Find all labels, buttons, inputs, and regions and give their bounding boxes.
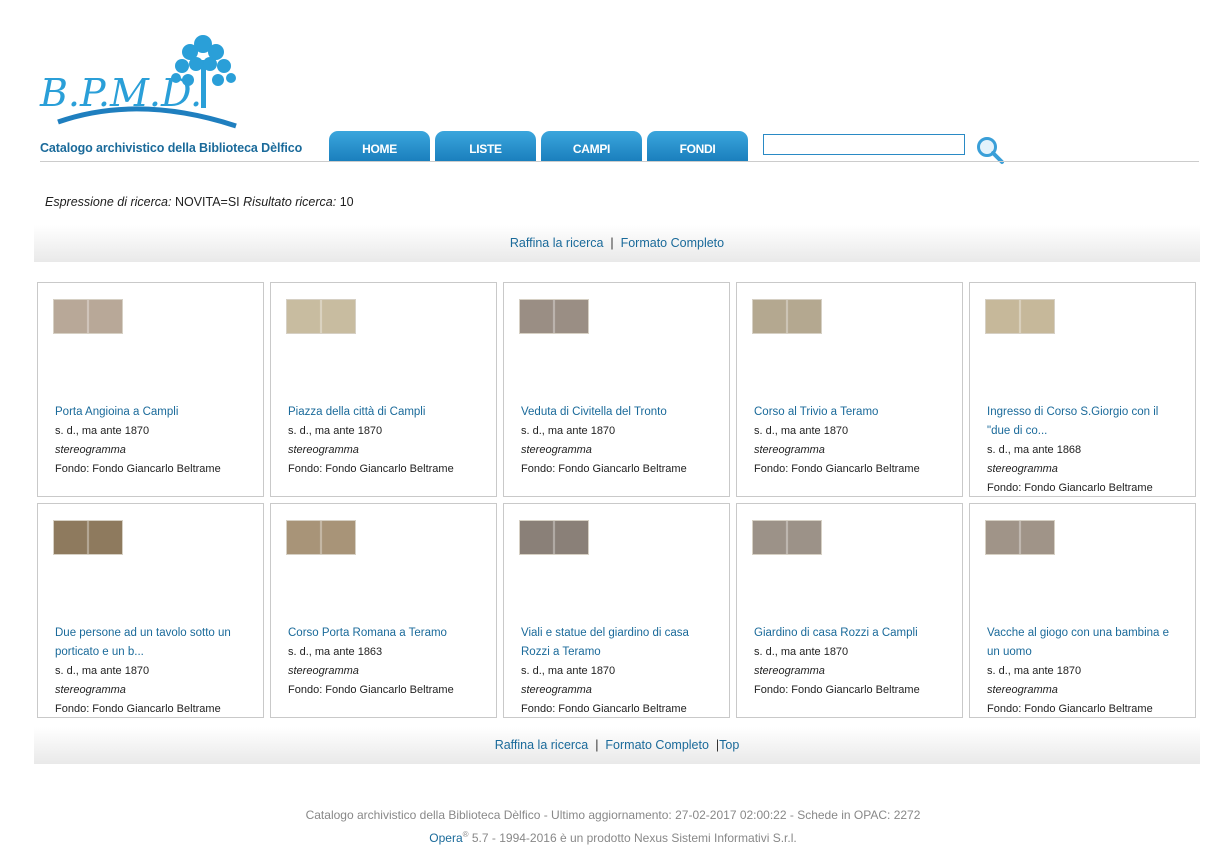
search-expression: Espressione di ricerca: NOVITA=SI Risult… (45, 195, 354, 209)
record-title[interactable]: Piazza della città di Campli (288, 403, 484, 422)
record-card: Veduta di Civitella del Tronto s. d., ma… (503, 282, 730, 497)
main-nav: HOME LISTE CAMPI FONDI (329, 131, 748, 161)
record-fondo: Fondo: Fondo Giancarlo Beltrame (55, 463, 221, 475)
record-thumbnail[interactable] (752, 299, 822, 334)
record-thumbnail[interactable] (286, 520, 356, 555)
record-fondo: Fondo: Fondo Giancarlo Beltrame (754, 463, 920, 475)
tab-home[interactable]: HOME (329, 131, 430, 161)
record-title[interactable]: Vacche al giogo con una bambina e un uom… (987, 624, 1183, 662)
tab-campi[interactable]: CAMPI (541, 131, 642, 161)
full-format-link[interactable]: Formato Completo (605, 738, 709, 752)
record-fondo: Fondo: Fondo Giancarlo Beltrame (288, 463, 454, 475)
record-date: s. d., ma ante 1870 (55, 665, 150, 677)
top-link[interactable]: Top (719, 738, 739, 752)
record-thumbnail[interactable] (752, 520, 822, 555)
refine-search-link[interactable]: Raffina la ricerca (510, 236, 604, 250)
record-fondo: Fondo: Fondo Giancarlo Beltrame (55, 703, 221, 715)
footer-credits-text: 5.7 - 1994-2016 è un prodotto Nexus Sist… (468, 831, 797, 845)
site-logo[interactable]: B.P.M.D. (38, 30, 243, 132)
site-title: Catalogo archivistico della Biblioteca D… (40, 141, 303, 155)
record-thumbnail[interactable] (53, 299, 123, 334)
record-thumbnail[interactable] (985, 520, 1055, 555)
record-fondo: Fondo: Fondo Giancarlo Beltrame (987, 703, 1153, 715)
record-thumbnail[interactable] (519, 299, 589, 334)
record-card: Due persone ad un tavolo sotto un portic… (37, 503, 264, 718)
record-date: s. d., ma ante 1870 (754, 646, 849, 658)
record-fondo: Fondo: Fondo Giancarlo Beltrame (754, 684, 920, 696)
record-thumbnail[interactable] (286, 299, 356, 334)
record-card: Corso Porta Romana a Teramo s. d., ma an… (270, 503, 497, 718)
record-card: Corso al Trivio a Teramo s. d., ma ante … (736, 282, 963, 497)
record-fondo: Fondo: Fondo Giancarlo Beltrame (288, 684, 454, 696)
top-action-bar: Raffina la ricerca | Formato Completo (34, 225, 1200, 262)
record-type: stereogramma (987, 684, 1058, 696)
record-title[interactable]: Corso al Trivio a Teramo (754, 403, 950, 422)
opera-link[interactable]: Opera (429, 831, 462, 845)
record-date: s. d., ma ante 1870 (521, 425, 616, 437)
record-title[interactable]: Porta Angioina a Campli (55, 403, 251, 422)
tab-fondi[interactable]: FONDI (647, 131, 748, 161)
record-thumbnail[interactable] (53, 520, 123, 555)
full-format-link[interactable]: Formato Completo (621, 236, 725, 250)
record-type: stereogramma (288, 444, 359, 456)
bottom-action-bar: Raffina la ricerca | Formato Completo |T… (34, 727, 1200, 764)
record-fondo: Fondo: Fondo Giancarlo Beltrame (521, 463, 687, 475)
record-fondo: Fondo: Fondo Giancarlo Beltrame (521, 703, 687, 715)
record-date: s. d., ma ante 1870 (987, 665, 1082, 677)
result-value: 10 (339, 195, 354, 209)
header-divider (40, 161, 1199, 162)
query-value: NOVITA=SI (174, 195, 240, 209)
record-type: stereogramma (754, 444, 825, 456)
record-type: stereogramma (55, 684, 126, 696)
record-card: Viali e statue del giardino di casa Rozz… (503, 503, 730, 718)
record-date: s. d., ma ante 1870 (55, 425, 150, 437)
results-grid: Porta Angioina a Campli s. d., ma ante 1… (37, 282, 1197, 718)
record-type: stereogramma (521, 444, 592, 456)
record-date: s. d., ma ante 1870 (288, 425, 383, 437)
result-label: Risultato ricerca: (243, 195, 337, 209)
query-label: Espressione di ricerca: (45, 195, 172, 209)
record-title[interactable]: Viali e statue del giardino di casa Rozz… (521, 624, 717, 662)
record-type: stereogramma (754, 665, 825, 677)
record-title[interactable]: Corso Porta Romana a Teramo (288, 624, 484, 643)
record-date: s. d., ma ante 1870 (754, 425, 849, 437)
record-card: Giardino di casa Rozzi a Campli s. d., m… (736, 503, 963, 718)
record-thumbnail[interactable] (519, 520, 589, 555)
record-card: Ingresso di Corso S.Giorgio con il "due … (969, 282, 1196, 497)
record-title[interactable]: Due persone ad un tavolo sotto un portic… (55, 624, 251, 662)
separator: | (595, 738, 599, 752)
record-card: Vacche al giogo con una bambina e un uom… (969, 503, 1196, 718)
record-type: stereogramma (55, 444, 126, 456)
record-title[interactable]: Ingresso di Corso S.Giorgio con il "due … (987, 403, 1183, 441)
tab-liste[interactable]: LISTE (435, 131, 536, 161)
record-type: stereogramma (987, 463, 1058, 475)
record-title[interactable]: Giardino di casa Rozzi a Campli (754, 624, 950, 643)
record-date: s. d., ma ante 1870 (521, 665, 616, 677)
separator: | (610, 236, 614, 250)
record-type: stereogramma (288, 665, 359, 677)
footer-credits: Opera® 5.7 - 1994-2016 è un prodotto Nex… (0, 830, 1226, 845)
record-thumbnail[interactable] (985, 299, 1055, 334)
refine-search-link[interactable]: Raffina la ricerca (495, 738, 589, 752)
record-fondo: Fondo: Fondo Giancarlo Beltrame (987, 482, 1153, 494)
record-type: stereogramma (521, 684, 592, 696)
record-date: s. d., ma ante 1863 (288, 646, 383, 658)
record-card: Piazza della città di Campli s. d., ma a… (270, 282, 497, 497)
record-card: Porta Angioina a Campli s. d., ma ante 1… (37, 282, 264, 497)
record-date: s. d., ma ante 1868 (987, 444, 1082, 456)
search-input[interactable] (763, 134, 965, 155)
footer-info: Catalogo archivistico della Biblioteca D… (305, 808, 921, 822)
record-title[interactable]: Veduta di Civitella del Tronto (521, 403, 717, 422)
